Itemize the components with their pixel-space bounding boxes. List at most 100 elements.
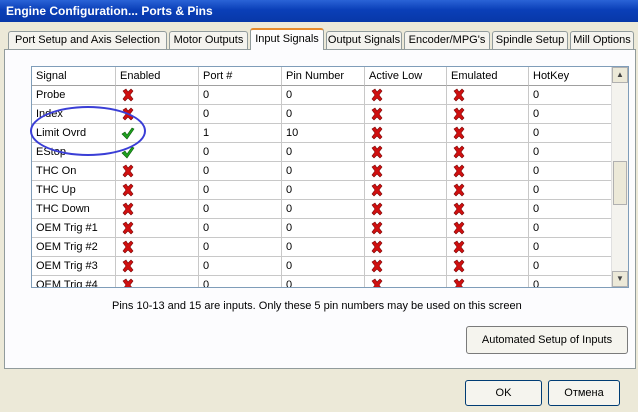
cell-port[interactable]: 1: [199, 124, 282, 143]
grid-vertical-scrollbar[interactable]: ▲ ▼: [611, 67, 628, 287]
cell-active-low-cross-icon[interactable]: [365, 162, 447, 181]
cell-active-low-cross-icon[interactable]: [365, 143, 447, 162]
table-row[interactable]: THC On 0 0 0: [32, 162, 612, 181]
table-row[interactable]: EStop 0 0 0: [32, 143, 612, 162]
table-row[interactable]: Probe 0 0 0: [32, 86, 612, 105]
cell-active-low-cross-icon[interactable]: [365, 276, 447, 287]
cell-port[interactable]: 0: [199, 105, 282, 124]
cell-enabled-cross-icon[interactable]: [116, 200, 199, 219]
ok-button[interactable]: OK: [465, 380, 542, 406]
cell-port[interactable]: 0: [199, 143, 282, 162]
table-row[interactable]: THC Up 0 0 0: [32, 181, 612, 200]
cell-pin[interactable]: 0: [282, 105, 365, 124]
cell-port[interactable]: 0: [199, 162, 282, 181]
cell-emulated-cross-icon[interactable]: [447, 257, 529, 276]
cell-active-low-cross-icon[interactable]: [365, 124, 447, 143]
scroll-down-icon[interactable]: ▼: [612, 271, 628, 287]
cell-hotkey[interactable]: 0: [529, 238, 612, 257]
cell-hotkey[interactable]: 0: [529, 86, 612, 105]
cell-port[interactable]: 0: [199, 219, 282, 238]
cell-active-low-cross-icon[interactable]: [365, 200, 447, 219]
cell-signal[interactable]: OEM Trig #1: [32, 219, 116, 238]
cell-hotkey[interactable]: 0: [529, 162, 612, 181]
cell-enabled-cross-icon[interactable]: [116, 238, 199, 257]
cell-enabled-cross-icon[interactable]: [116, 105, 199, 124]
tab-output-signals[interactable]: Output Signals: [326, 31, 402, 49]
cell-enabled-cross-icon[interactable]: [116, 276, 199, 287]
cell-pin[interactable]: 0: [282, 143, 365, 162]
cell-signal[interactable]: THC On: [32, 162, 116, 181]
cell-active-low-cross-icon[interactable]: [365, 219, 447, 238]
cancel-button[interactable]: Отмена: [548, 380, 620, 406]
cell-emulated-cross-icon[interactable]: [447, 143, 529, 162]
cell-signal[interactable]: OEM Trig #3: [32, 257, 116, 276]
tab-input-signals[interactable]: Input Signals: [250, 28, 324, 50]
cell-signal[interactable]: Probe: [32, 86, 116, 105]
table-row[interactable]: OEM Trig #3 0 0 0: [32, 257, 612, 276]
cell-hotkey[interactable]: 0: [529, 143, 612, 162]
table-row[interactable]: THC Down 0 0 0: [32, 200, 612, 219]
cell-hotkey[interactable]: 0: [529, 257, 612, 276]
cell-signal[interactable]: OEM Trig #4: [32, 276, 116, 287]
cell-hotkey[interactable]: 0: [529, 181, 612, 200]
cell-pin[interactable]: 0: [282, 162, 365, 181]
signals-grid[interactable]: Signal Enabled Port # Pin Number Active …: [31, 66, 629, 288]
cell-pin[interactable]: 10: [282, 124, 365, 143]
tab-encoder-mpg[interactable]: Encoder/MPG's: [404, 31, 490, 49]
cell-emulated-cross-icon[interactable]: [447, 219, 529, 238]
cell-pin[interactable]: 0: [282, 181, 365, 200]
tab-motor-outputs[interactable]: Motor Outputs: [169, 31, 248, 49]
cell-pin[interactable]: 0: [282, 86, 365, 105]
tab-mill-options[interactable]: Mill Options: [570, 31, 634, 49]
cell-emulated-cross-icon[interactable]: [447, 238, 529, 257]
cell-active-low-cross-icon[interactable]: [365, 257, 447, 276]
cell-port[interactable]: 0: [199, 276, 282, 287]
cell-hotkey[interactable]: 0: [529, 276, 612, 287]
cell-signal[interactable]: THC Up: [32, 181, 116, 200]
cell-hotkey[interactable]: 0: [529, 105, 612, 124]
cell-active-low-cross-icon[interactable]: [365, 181, 447, 200]
cell-port[interactable]: 0: [199, 257, 282, 276]
cell-enabled-cross-icon[interactable]: [116, 162, 199, 181]
cell-port[interactable]: 0: [199, 200, 282, 219]
table-row[interactable]: Limit Ovrd 1 10 0: [32, 124, 612, 143]
cell-signal[interactable]: EStop: [32, 143, 116, 162]
cell-pin[interactable]: 0: [282, 276, 365, 287]
cell-signal[interactable]: Limit Ovrd: [32, 124, 116, 143]
cell-enabled-cross-icon[interactable]: [116, 86, 199, 105]
cell-emulated-cross-icon[interactable]: [447, 124, 529, 143]
cell-enabled-cross-icon[interactable]: [116, 257, 199, 276]
cell-enabled-check-icon[interactable]: [116, 143, 199, 162]
cell-pin[interactable]: 0: [282, 257, 365, 276]
cell-pin[interactable]: 0: [282, 238, 365, 257]
cell-emulated-cross-icon[interactable]: [447, 105, 529, 124]
cell-active-low-cross-icon[interactable]: [365, 238, 447, 257]
automated-setup-button[interactable]: Automated Setup of Inputs: [466, 326, 628, 354]
cell-signal[interactable]: THC Down: [32, 200, 116, 219]
table-row[interactable]: OEM Trig #4 0 0 0: [32, 276, 612, 287]
cell-emulated-cross-icon[interactable]: [447, 86, 529, 105]
cell-active-low-cross-icon[interactable]: [365, 86, 447, 105]
cell-hotkey[interactable]: 0: [529, 200, 612, 219]
cell-enabled-check-icon[interactable]: [116, 124, 199, 143]
cell-emulated-cross-icon[interactable]: [447, 181, 529, 200]
cell-emulated-cross-icon[interactable]: [447, 162, 529, 181]
scroll-thumb[interactable]: [613, 161, 627, 205]
cell-port[interactable]: 0: [199, 238, 282, 257]
cell-pin[interactable]: 0: [282, 200, 365, 219]
table-row[interactable]: Index 0 0 0: [32, 105, 612, 124]
cell-emulated-cross-icon[interactable]: [447, 276, 529, 287]
cell-port[interactable]: 0: [199, 86, 282, 105]
cell-hotkey[interactable]: 0: [529, 219, 612, 238]
tab-spindle-setup[interactable]: Spindle Setup: [492, 31, 568, 49]
tab-port-setup[interactable]: Port Setup and Axis Selection: [8, 31, 167, 49]
cell-signal[interactable]: Index: [32, 105, 116, 124]
cell-emulated-cross-icon[interactable]: [447, 200, 529, 219]
cell-pin[interactable]: 0: [282, 219, 365, 238]
table-row[interactable]: OEM Trig #2 0 0 0: [32, 238, 612, 257]
table-row[interactable]: OEM Trig #1 0 0 0: [32, 219, 612, 238]
cell-active-low-cross-icon[interactable]: [365, 105, 447, 124]
cell-hotkey[interactable]: 0: [529, 124, 612, 143]
cell-enabled-cross-icon[interactable]: [116, 219, 199, 238]
cell-port[interactable]: 0: [199, 181, 282, 200]
